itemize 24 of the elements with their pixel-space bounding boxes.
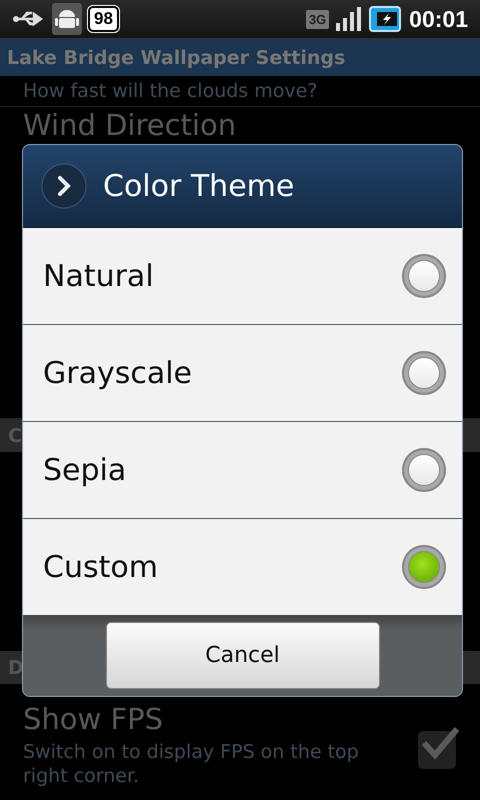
app-title: Lake Bridge Wallpaper Settings	[7, 46, 346, 68]
signal-icon	[335, 7, 364, 31]
option-label: Custom	[43, 550, 158, 584]
radio-button[interactable]	[402, 545, 446, 589]
option-row[interactable]: Grayscale	[23, 325, 462, 422]
battery-icon	[369, 6, 404, 32]
radio-button[interactable]	[402, 448, 446, 492]
option-label: Sepia	[43, 452, 126, 488]
option-label: Natural	[43, 258, 154, 294]
option-row[interactable]: Sepia	[23, 422, 462, 519]
chevron-icon	[41, 163, 87, 209]
setting-summary: How fast will the clouds move?	[23, 79, 318, 103]
clock: 00:01	[409, 6, 468, 32]
check-icon	[420, 725, 460, 761]
option-row[interactable]: Custom	[23, 519, 462, 615]
radio-button[interactable]	[402, 351, 446, 395]
notification-count: 98	[88, 6, 119, 32]
network-type: 3G	[306, 10, 330, 28]
option-row[interactable]: Natural	[23, 228, 462, 325]
setting-summary: Switch on to display FPS on the top right corner.	[23, 740, 360, 788]
dialog-title: Color Theme	[103, 168, 294, 204]
cancel-button[interactable]: Cancel	[106, 622, 380, 689]
radio-button[interactable]	[402, 254, 446, 298]
option-label: Grayscale	[43, 356, 192, 390]
